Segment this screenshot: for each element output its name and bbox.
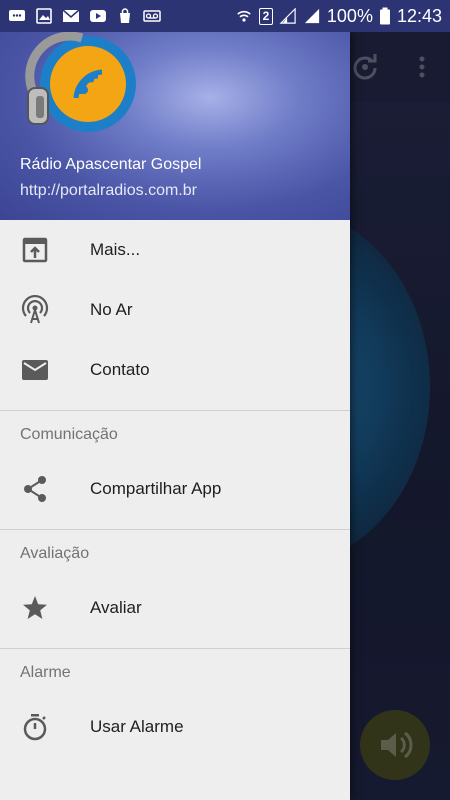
- shopping-bag-icon: [120, 8, 130, 23]
- drawer-header: Rádio Apascentar Gospel http://portalrad…: [0, 32, 350, 220]
- navigation-drawer: Rádio Apascentar Gospel http://portalrad…: [0, 32, 350, 800]
- voicemail-icon: [143, 10, 161, 22]
- system-icons: 2 100% 12:43: [235, 6, 442, 27]
- sim-slot-badge: 2: [258, 7, 273, 25]
- menu-item-label: Contato: [90, 360, 150, 379]
- menu-item-label: Mais...: [90, 240, 141, 259]
- section-title-comunicacao: Comunicação: [20, 426, 118, 443]
- signal-icon: [279, 8, 296, 24]
- battery-icon: [379, 7, 390, 25]
- mail-icon: [20, 355, 50, 385]
- menu-item-mais[interactable]: Mais...: [0, 220, 350, 280]
- battery-percent: 100%: [326, 5, 373, 26]
- menu-item-label: Usar Alarme: [90, 717, 184, 736]
- wifi-icon: [237, 10, 251, 22]
- clock: 12:43: [396, 5, 442, 26]
- menu-item-label: Avaliar: [90, 598, 142, 617]
- status-bar: 2 100% 12:43: [0, 0, 450, 32]
- star-icon: [20, 593, 50, 623]
- image-icon: [36, 8, 52, 24]
- station-url[interactable]: http://portalradios.com.br: [20, 182, 197, 200]
- signal-icon: [304, 8, 320, 24]
- menu-item-no-ar[interactable]: No Ar: [0, 280, 350, 340]
- menu-item-compartilhar-app[interactable]: Compartilhar App: [0, 459, 350, 519]
- section-title-alarme: Alarme: [20, 664, 71, 681]
- radio-logo-icon: [25, 32, 136, 132]
- notification-icons: [8, 8, 161, 24]
- message-bubble-icon: [9, 10, 25, 21]
- section-title-avaliacao: Avaliação: [20, 545, 90, 562]
- open-in-app-icon: [20, 235, 50, 265]
- menu-item-contato[interactable]: Contato: [0, 340, 350, 400]
- timer-icon: [20, 712, 50, 742]
- menu-item-usar-alarme[interactable]: Usar Alarme: [0, 697, 350, 757]
- menu-item-avaliar[interactable]: Avaliar: [0, 578, 350, 638]
- share-icon: [20, 474, 50, 504]
- menu-item-label: Compartilhar App: [90, 479, 222, 498]
- youtube-icon: [90, 10, 106, 22]
- mail-icon: [62, 9, 80, 22]
- menu-item-label: No Ar: [90, 300, 133, 319]
- broadcast-icon: [20, 295, 50, 325]
- station-name: Rádio Apascentar Gospel: [20, 156, 202, 173]
